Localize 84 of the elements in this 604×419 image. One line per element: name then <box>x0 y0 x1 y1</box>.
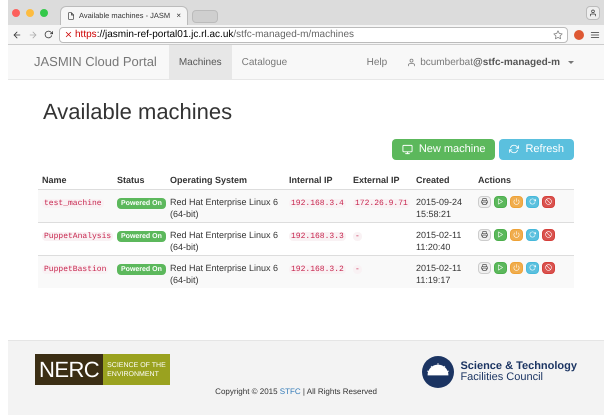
external-ip: 172.26.9.71 <box>353 198 410 208</box>
nav-link[interactable]: Catalogue <box>232 45 298 79</box>
page-title: Available machines <box>43 98 234 126</box>
new-machine-button[interactable]: New machine <box>392 138 496 160</box>
start-button[interactable] <box>494 196 507 208</box>
user-menu[interactable]: bcumberbat@stfc-managed-m <box>407 54 574 70</box>
caret-icon <box>568 60 574 64</box>
delete-button[interactable] <box>542 262 555 274</box>
person-icon <box>589 8 597 16</box>
machine-name: test_machine <box>42 198 104 208</box>
back-icon[interactable] <box>12 30 22 40</box>
column-header: Operating System <box>170 174 248 187</box>
power-icon <box>513 231 520 238</box>
console-button[interactable] <box>478 196 491 208</box>
bookmark-star-icon[interactable] <box>553 30 563 40</box>
menu-icon[interactable] <box>590 30 600 40</box>
extension-icon[interactable] <box>574 30 584 40</box>
start-button[interactable] <box>494 228 507 240</box>
copyright-text: Copyright © 2015 STFC | All Rights Reserved <box>215 386 378 398</box>
refresh-icon <box>509 144 520 154</box>
created-date: 2015-09-24 <box>416 196 464 208</box>
monitor-icon <box>402 144 413 154</box>
forward-icon[interactable] <box>28 30 38 40</box>
internal-ip: 192.168.3.4 <box>289 198 346 208</box>
brand-link[interactable]: JASMIN Cloud Portal <box>34 52 157 72</box>
power-icon <box>513 264 520 271</box>
restart-icon <box>529 231 536 238</box>
column-header: External IP <box>353 174 401 186</box>
restart-icon <box>529 198 536 205</box>
person-icon <box>407 58 416 66</box>
printer-icon <box>481 231 488 238</box>
play-icon <box>497 198 504 205</box>
created-time: 11:19:17 <box>416 274 452 286</box>
tab-close-icon[interactable]: × <box>176 10 181 22</box>
os-text: Red Hat Enterprise Linux 6 (64-bit) <box>170 228 280 252</box>
created-date: 2015-02-11 <box>416 262 462 274</box>
stfc-logo: Science & Technology Facilities Council <box>422 356 577 388</box>
console-button[interactable] <box>478 228 491 240</box>
sunrise-icon <box>422 356 454 388</box>
column-header: Name <box>42 174 68 186</box>
created-date: 2015-02-11 <box>416 228 462 240</box>
machine-name: PuppetBastion <box>42 264 108 274</box>
nav-link[interactable]: Machines <box>168 45 232 79</box>
internal-ip: 192.168.3.2 <box>289 264 346 274</box>
stfc-link[interactable]: STFC <box>280 387 301 396</box>
printer-icon <box>481 198 488 205</box>
column-header: Internal IP <box>289 174 334 186</box>
delete-button[interactable] <box>542 196 555 208</box>
printer-icon <box>481 264 488 271</box>
created-time: 15:58:21 <box>416 208 452 220</box>
delete-button[interactable] <box>542 228 555 240</box>
prohibited-icon <box>545 231 552 238</box>
zoom-window-icon[interactable] <box>40 8 48 16</box>
address-bar[interactable]: https://jasmin-ref-portal01.jc.rl.ac.uk/stfc-managed-m/machines <box>59 26 568 42</box>
external-ip: - <box>353 232 362 240</box>
prohibited-icon <box>545 264 552 271</box>
restart-button[interactable] <box>526 196 539 208</box>
external-ip: - <box>353 264 362 274</box>
stop-button[interactable] <box>510 262 523 274</box>
internal-ip: 192.168.3.3 <box>289 232 346 240</box>
column-header: Actions <box>478 174 512 186</box>
start-button[interactable] <box>494 262 507 274</box>
page-icon <box>67 12 75 20</box>
prohibited-icon <box>545 198 552 205</box>
os-text: Red Hat Enterprise Linux 6 (64-bit) <box>170 196 280 220</box>
restart-icon <box>529 264 536 271</box>
machine-name: PuppetAnalysis <box>42 232 114 240</box>
power-icon <box>513 198 520 205</box>
new-tab-button[interactable] <box>192 10 218 23</box>
play-icon <box>497 264 504 271</box>
stop-button[interactable] <box>510 196 523 208</box>
profile-button[interactable] <box>586 6 600 20</box>
restart-button[interactable] <box>526 262 539 274</box>
play-icon <box>497 231 504 238</box>
help-link[interactable]: Help <box>366 54 388 70</box>
restart-button[interactable] <box>526 228 539 240</box>
created-time: 11:20:40 <box>416 240 452 252</box>
close-window-icon[interactable] <box>12 8 20 16</box>
console-button[interactable] <box>478 262 491 274</box>
stop-button[interactable] <box>510 228 523 240</box>
reload-icon[interactable] <box>44 30 53 39</box>
column-header: Status <box>117 174 146 186</box>
os-text: Red Hat Enterprise Linux 6 (64-bit) <box>170 262 280 286</box>
column-header: Created <box>416 174 451 186</box>
